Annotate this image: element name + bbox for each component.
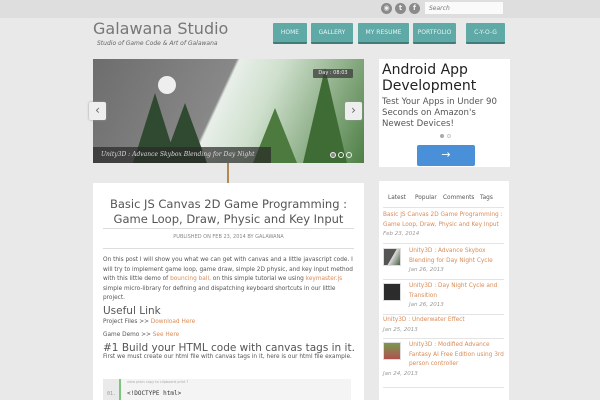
divider — [103, 228, 354, 229]
nav-cyog[interactable]: C-Y-O-G — [466, 23, 505, 44]
code-line: <!DOCTYPE html> — [127, 390, 182, 397]
list-item[interactable]: Unity3D : Advance Skybox Blending for Da… — [383, 247, 504, 276]
tree-image — [303, 68, 347, 163]
item-date: Feb 23, 2014 — [383, 231, 420, 237]
nav-my-resume[interactable]: MY RESUME — [358, 23, 409, 44]
item-date: Jan 25, 2013 — [383, 326, 418, 333]
rss-icon[interactable]: ◉ — [381, 3, 392, 14]
ad-text[interactable]: Test Your Apps in Under 90 Seconds on Am… — [382, 97, 510, 130]
nav-portfolio[interactable]: PORTFOLIO — [413, 23, 456, 44]
tab-comments[interactable]: Comments — [443, 195, 474, 201]
post-meta: PUBLISHED ON FEB 23, 2014 BY GALAWANA — [173, 234, 284, 240]
code-toolbar[interactable]: view plain copy to clipboard print ? — [127, 380, 188, 384]
post-body: On this post I will show you what we can… — [103, 256, 355, 363]
intro-paragraph: On this post I will show you what we can… — [103, 256, 355, 304]
game-demo-line: Game Demo >> See Here — [103, 331, 355, 341]
ad-headline[interactable]: Android App Development — [382, 62, 510, 94]
divider — [103, 248, 354, 249]
section-heading: #1 Build your HTML code with canvas tags… — [103, 341, 355, 354]
tab-tags[interactable]: Tags — [480, 195, 493, 201]
project-files-label: Project Files >> — [103, 318, 151, 325]
day-time-label: Day : 08:03 — [313, 69, 353, 78]
list-item[interactable]: Unity3D : Day Night Cycle and Transition… — [383, 282, 504, 311]
image-slider[interactable]: Day : 08:03 Unity3D : Advance Skybox Ble… — [93, 59, 364, 163]
item-thumbnail[interactable] — [383, 342, 401, 360]
see-here-link[interactable]: See Here — [153, 332, 179, 338]
item-date: Jan 24, 2013 — [383, 370, 418, 377]
divider — [383, 243, 504, 244]
useful-link-heading: Useful Link — [103, 304, 161, 317]
divider — [383, 279, 504, 280]
list-item[interactable]: Unity3D : Modified Advance Fantasy AI Fr… — [383, 341, 504, 379]
tab-latest[interactable]: Latest — [388, 195, 406, 201]
ad-arrow-button[interactable]: → — [417, 145, 475, 166]
slider-dot[interactable] — [338, 152, 344, 158]
game-demo-label: Game Demo >> — [103, 332, 153, 339]
advertisement[interactable]: Android App Development Test Your Apps i… — [379, 59, 510, 167]
item-title[interactable]: Unity3D : Modified Advance Fantasy AI Fr… — [409, 342, 504, 367]
keymaster-link[interactable]: keymaster.js — [306, 276, 343, 282]
item-thumbnail[interactable] — [383, 283, 401, 301]
slider-prev-button[interactable]: ‹ — [89, 102, 106, 120]
facebook-icon[interactable]: f — [409, 3, 420, 14]
ad-dot[interactable] — [447, 134, 451, 138]
post-article: Basic JS Canvas 2D Game Programming : Ga… — [93, 183, 364, 400]
slider-dot-active[interactable] — [330, 152, 336, 158]
slider-dot[interactable] — [346, 152, 352, 158]
twitter-icon[interactable]: t — [395, 3, 406, 14]
slider-hanger — [227, 163, 229, 183]
code-line-number: 01. — [107, 391, 117, 397]
divider — [383, 207, 504, 208]
post-title[interactable]: Basic JS Canvas 2D Game Programming : Ga… — [93, 197, 364, 227]
nav-home[interactable]: HOME — [273, 23, 307, 44]
item-title[interactable]: Unity3D : Day Night Cycle and Transition — [409, 283, 497, 299]
search-input[interactable] — [425, 2, 503, 14]
moon-image — [158, 76, 176, 94]
tab-popular[interactable]: Popular — [415, 195, 437, 201]
slide-caption[interactable]: Unity3D : Advance Skybox Blending for Da… — [93, 147, 271, 163]
download-link[interactable]: Download Here — [151, 319, 195, 325]
code-block: view plain copy to clipboard print ? 01.… — [103, 379, 351, 400]
divider — [383, 387, 504, 388]
item-thumbnail[interactable] — [383, 248, 401, 266]
project-files-line: Project Files >> Download Here — [103, 318, 355, 328]
top-bar — [0, 0, 600, 18]
intro-text: simple micro-library for defining and di… — [103, 285, 336, 302]
item-title[interactable]: Unity3D : Underwater Effect — [383, 317, 465, 323]
slider-next-button[interactable]: › — [345, 102, 362, 120]
site-subtitle: Studio of Game Code & Art of Galawana — [97, 40, 218, 47]
section-text: First we must create our html file with … — [103, 354, 352, 361]
nav-gallery[interactable]: GALLERY — [311, 23, 353, 44]
divider — [383, 338, 504, 339]
item-title[interactable]: Unity3D : Advance Skybox Blending for Da… — [409, 248, 493, 264]
intro-text: on this simple tutorial we using — [210, 276, 306, 283]
item-date: Jan 26, 2013 — [409, 267, 444, 273]
list-item[interactable]: Unity3D : Underwater Effect Jan 25, 2013 — [383, 316, 504, 335]
item-date: Jan 26, 2013 — [409, 302, 444, 308]
site-title[interactable]: Galawana Studio — [93, 19, 228, 38]
item-title[interactable]: Basic JS Canvas 2D Game Programming : Ga… — [383, 212, 503, 228]
tabbed-widget: Latest Popular Comments Tags Basic JS Ca… — [379, 181, 509, 400]
ad-dot[interactable] — [440, 134, 444, 138]
bouncing-ball-link[interactable]: bouncing ball, — [170, 276, 211, 282]
list-item[interactable]: Basic JS Canvas 2D Game Programming : Ga… — [383, 211, 504, 240]
divider — [383, 314, 504, 315]
